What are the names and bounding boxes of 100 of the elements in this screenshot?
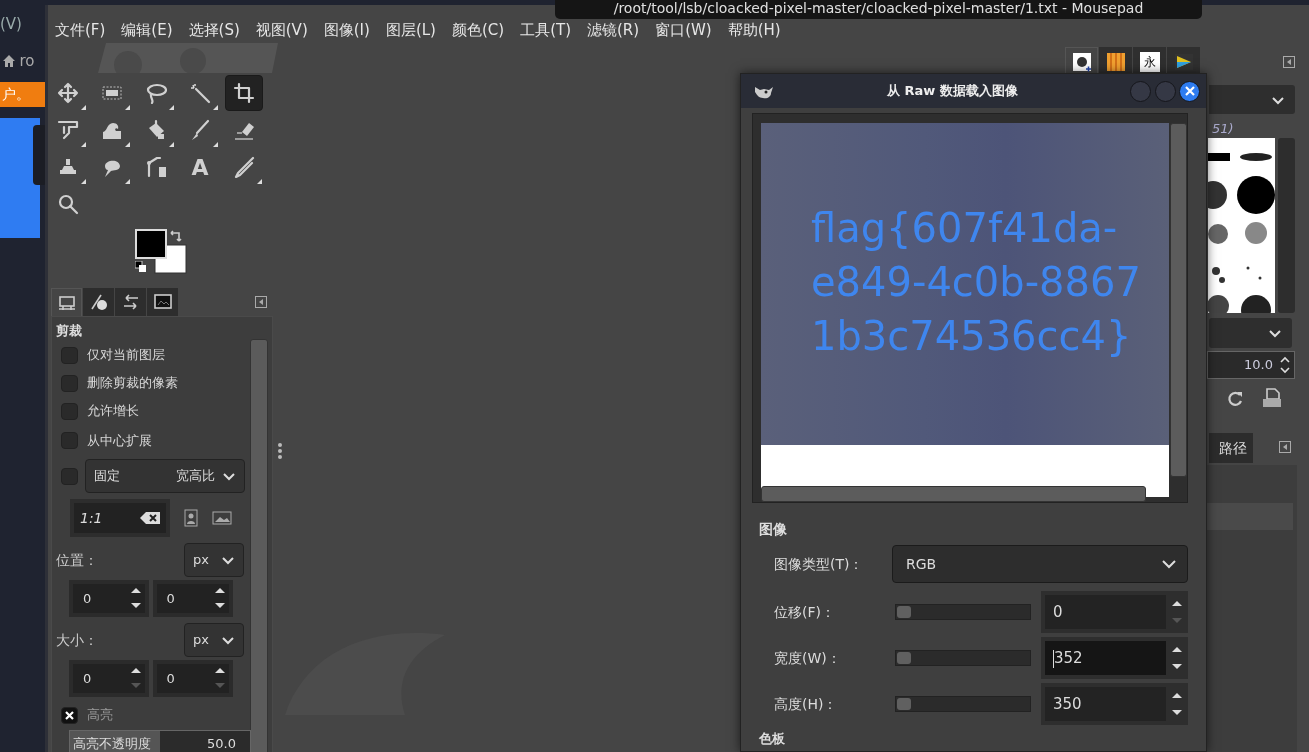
menu-item[interactable]: 图层(L): [385, 17, 436, 42]
type-dropdown[interactable]: RGB: [892, 545, 1188, 583]
refresh-icon[interactable]: [1226, 390, 1244, 408]
images-icon: [152, 292, 173, 312]
corner-mark: [257, 179, 262, 184]
menu-item[interactable]: 编辑(E): [121, 17, 173, 42]
menu-item[interactable]: 窗口(W): [655, 17, 712, 42]
ratio-field[interactable]: 1:1: [70, 499, 170, 537]
checkbox[interactable]: [61, 402, 78, 420]
panel-title: 剪裁: [56, 322, 83, 340]
spacing-field[interactable]: 10.0: [1207, 351, 1295, 379]
chevron-icon: [1271, 95, 1285, 105]
mode-dropdown[interactable]: 固定 宽高比: [85, 459, 245, 493]
slider-thumb[interactable]: [897, 698, 911, 710]
cross-icon: [65, 710, 74, 720]
tool-button[interactable]: [225, 75, 263, 111]
menu-item[interactable]: 帮助(H): [727, 17, 781, 42]
drag-handle-icon[interactable]: [277, 442, 283, 460]
paths-icon: [145, 156, 167, 178]
slider-track[interactable]: [895, 696, 1031, 712]
field-label: 大小：: [56, 630, 98, 650]
corner-mark: [169, 142, 174, 147]
zoom-icon: [57, 193, 79, 215]
dock-tab[interactable]: [147, 288, 178, 316]
number-field[interactable]: 350: [1045, 687, 1166, 721]
scrollbar[interactable]: [250, 339, 268, 752]
menu-item[interactable]: 视图(V): [255, 17, 308, 42]
eyedropper-icon: [233, 156, 255, 178]
dock-tab[interactable]: 路径: [1209, 433, 1253, 463]
preview-text: flag{607f41da-: [811, 204, 1119, 253]
clear-icon: [140, 512, 160, 524]
unit-dropdown[interactable]: px: [184, 623, 244, 657]
chevron-icon: [221, 555, 235, 565]
collapse-icon[interactable]: [1283, 56, 1295, 68]
close-button[interactable]: [1179, 80, 1200, 102]
chevron-icon: [1268, 328, 1282, 338]
spin-field[interactable]: 0: [152, 660, 233, 697]
checkbox[interactable]: [61, 467, 78, 485]
collapse-icon[interactable]: [1279, 441, 1291, 453]
checkbox[interactable]: [61, 346, 78, 364]
path-text: ro: [19, 51, 35, 72]
menu-item[interactable]: 工具(T): [520, 17, 571, 42]
export-icon[interactable]: [1261, 388, 1283, 408]
field-label: 位置：: [56, 550, 98, 570]
window-title: 从 Raw 数据载入图像: [886, 82, 1019, 101]
option-label: 仅对当前图层: [87, 346, 165, 365]
option-label: 删除剪裁的像素: [87, 374, 178, 393]
menu-item[interactable]: 滤镜(R): [587, 17, 640, 42]
spin-field[interactable]: 0: [69, 580, 149, 617]
corner-mark: [213, 105, 218, 110]
spin-field[interactable]: 0: [69, 660, 149, 697]
tooltip: /root/tool/lsb/cloacked-pixel-master/cloacked-pixel-master/1.txt - Mousepad: [555, 0, 1202, 19]
menu-item[interactable]: 图像(I): [323, 17, 370, 42]
option-label: 允许增长: [87, 402, 139, 421]
scrollbar[interactable]: [761, 486, 1146, 502]
number-field[interactable]: 352: [1045, 641, 1166, 675]
opacity-slider[interactable]: 高亮不透明度 50.0: [69, 730, 251, 752]
color-swatch-drawing[interactable]: [135, 229, 187, 274]
scrollbar[interactable]: [1278, 138, 1295, 313]
landscape-icon[interactable]: [212, 511, 232, 525]
spin-field[interactable]: 0: [152, 580, 233, 617]
brush-preview-icon: [1070, 51, 1093, 73]
checkbox[interactable]: [61, 706, 78, 724]
menu-item[interactable]: 选择(S): [188, 17, 240, 42]
menu-item[interactable]: 颜色(C): [451, 17, 505, 42]
corner-mark: [81, 105, 86, 110]
brush-icon: [189, 119, 211, 141]
slider-track[interactable]: [895, 650, 1031, 666]
dock-tab[interactable]: [83, 288, 114, 316]
reset-colors-icon[interactable]: [135, 261, 146, 272]
stepper-icon: [1280, 355, 1290, 375]
swap-icon[interactable]: [169, 229, 183, 243]
corner-mark: [81, 142, 86, 147]
close-icon: [1184, 86, 1195, 96]
slider-thumb[interactable]: [897, 652, 911, 664]
collapse-icon[interactable]: [255, 296, 267, 308]
list-field[interactable]: [1207, 503, 1293, 530]
text-tool-button[interactable]: A: [181, 149, 219, 185]
checkbox[interactable]: [61, 432, 78, 449]
slider-thumb[interactable]: [897, 606, 911, 618]
number-field[interactable]: 0: [1045, 595, 1166, 629]
scrollbar[interactable]: [1170, 123, 1187, 477]
chevron-icon: [221, 635, 235, 645]
corner-mark: [125, 142, 130, 147]
brush-count: 51): [1212, 120, 1234, 138]
slider-track[interactable]: [895, 604, 1031, 620]
menu-item[interactable]: (V): [0, 15, 22, 33]
chevron-icon: [222, 471, 236, 481]
option-label: 高亮: [87, 706, 113, 725]
section-title: 色板: [758, 730, 786, 748]
chevron-icon: [1161, 559, 1177, 569]
preview-text: 1b3c74536cc4}: [811, 312, 1133, 361]
menu-item[interactable]: 文件(F): [55, 17, 106, 42]
portrait-icon[interactable]: [184, 509, 198, 527]
field-label: 宽度(W)：: [774, 648, 842, 668]
unit-dropdown[interactable]: px: [184, 543, 244, 577]
checkbox[interactable]: [61, 374, 78, 392]
crop-icon: [233, 82, 255, 104]
home-icon: [2, 54, 16, 69]
field-label: 位移(F)：: [774, 602, 836, 622]
